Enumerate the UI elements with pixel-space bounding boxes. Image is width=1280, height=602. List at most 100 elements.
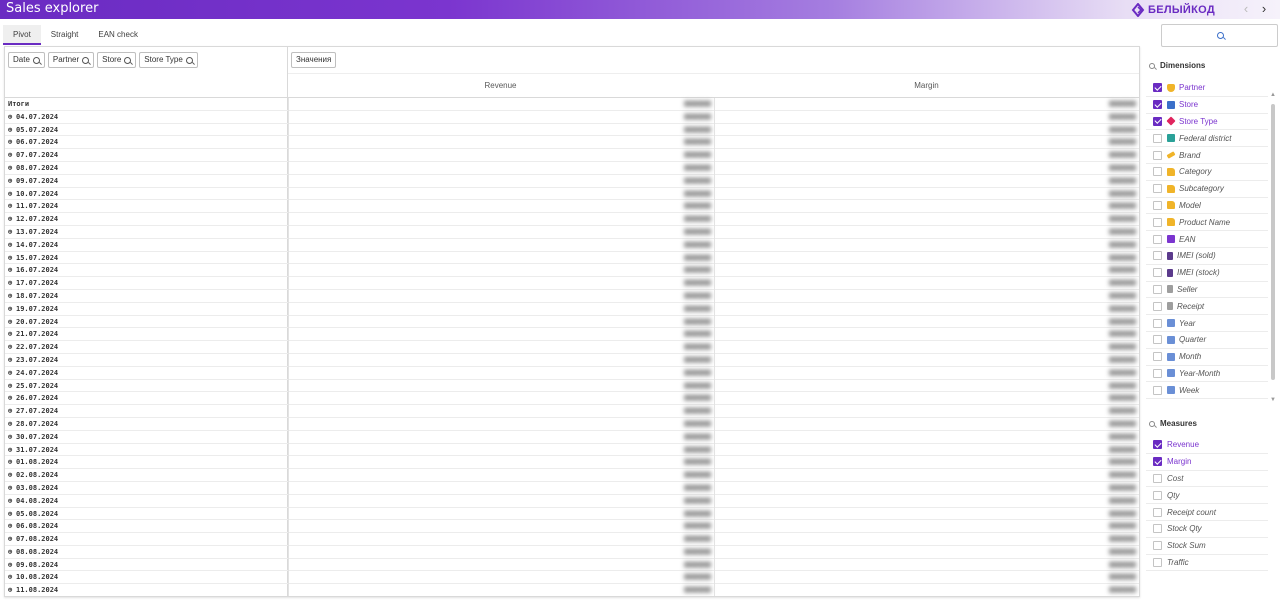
nav-next-button[interactable]: › xyxy=(1258,1,1270,17)
row-label[interactable]: ⊕ 07.07.2024 xyxy=(8,149,58,161)
expand-icon[interactable]: ⊕ xyxy=(8,495,16,507)
expand-icon[interactable]: ⊕ xyxy=(8,303,16,315)
checkbox[interactable] xyxy=(1153,524,1162,534)
tab-ean-check[interactable]: EAN check xyxy=(88,25,148,45)
row-label[interactable]: ⊕ 27.07.2024 xyxy=(8,405,58,417)
row-label[interactable]: ⊕ 28.07.2024 xyxy=(8,418,58,430)
checkbox[interactable] xyxy=(1153,251,1162,261)
field-search-button[interactable] xyxy=(1161,24,1278,47)
expand-icon[interactable]: ⊕ xyxy=(8,431,16,443)
search-icon[interactable] xyxy=(82,56,90,64)
row-label[interactable]: ⊕ 09.07.2024 xyxy=(8,175,58,187)
row-label[interactable]: ⊕ 14.07.2024 xyxy=(8,239,58,251)
expand-icon[interactable]: ⊕ xyxy=(8,405,16,417)
column-header-margin[interactable]: Margin xyxy=(714,74,1139,98)
checked-checkbox[interactable] xyxy=(1153,100,1162,110)
expand-icon[interactable]: ⊕ xyxy=(8,162,16,174)
row-label[interactable]: ⊕ 22.07.2024 xyxy=(8,341,58,353)
checkbox[interactable] xyxy=(1153,352,1162,362)
expand-icon[interactable]: ⊕ xyxy=(8,354,16,366)
checkbox[interactable] xyxy=(1153,133,1162,143)
expand-icon[interactable]: ⊕ xyxy=(8,328,16,340)
row-label[interactable]: ⊕ 08.07.2024 xyxy=(8,162,58,174)
field-item-brand[interactable]: Brand xyxy=(1146,147,1268,164)
field-item-week[interactable]: Week xyxy=(1146,382,1268,400)
row-label[interactable]: ⊕ 18.07.2024 xyxy=(8,290,58,302)
search-icon[interactable] xyxy=(1149,62,1155,69)
field-item-imei-stock-[interactable]: IMEI (stock) xyxy=(1146,265,1268,282)
checkbox[interactable] xyxy=(1153,284,1162,294)
row-label[interactable]: ⊕ 01.08.2024 xyxy=(8,456,58,468)
expand-icon[interactable]: ⊕ xyxy=(8,444,16,456)
expand-icon[interactable]: ⊕ xyxy=(8,290,16,302)
checkbox[interactable] xyxy=(1153,200,1162,210)
expand-icon[interactable]: ⊕ xyxy=(8,341,16,353)
expand-icon[interactable]: ⊕ xyxy=(8,367,16,379)
expand-icon[interactable]: ⊕ xyxy=(8,149,16,161)
field-item-traffic[interactable]: Traffic xyxy=(1146,555,1268,572)
filter-chip-partner[interactable]: Partner xyxy=(47,52,95,68)
row-label[interactable]: ⊕ 31.07.2024 xyxy=(8,444,58,456)
field-item-stock-qty[interactable]: Stock Qty xyxy=(1146,521,1268,538)
row-label[interactable]: ⊕ 30.07.2024 xyxy=(8,431,58,443)
field-item-margin[interactable]: Margin xyxy=(1146,454,1268,471)
field-item-seller[interactable]: Seller xyxy=(1146,282,1268,299)
row-label[interactable]: ⊕ 04.07.2024 xyxy=(8,111,58,123)
checkbox[interactable] xyxy=(1153,541,1162,551)
row-label[interactable]: ⊕ 12.07.2024 xyxy=(8,213,58,225)
expand-icon[interactable]: ⊕ xyxy=(8,584,16,596)
row-label[interactable]: ⊕ 07.08.2024 xyxy=(8,533,58,545)
expand-icon[interactable]: ⊕ xyxy=(8,239,16,251)
checkbox[interactable] xyxy=(1153,368,1162,378)
field-item-receipt[interactable]: Receipt xyxy=(1146,298,1268,316)
column-header-revenue[interactable]: Revenue xyxy=(288,74,713,98)
row-label[interactable]: ⊕ 24.07.2024 xyxy=(8,367,58,379)
nav-prev-button[interactable]: ‹ xyxy=(1240,1,1252,17)
expand-icon[interactable]: ⊕ xyxy=(8,482,16,494)
checked-checkbox[interactable] xyxy=(1153,116,1162,126)
field-item-partner[interactable]: Partner xyxy=(1146,80,1268,97)
field-item-receipt-count[interactable]: Receipt count xyxy=(1146,504,1268,521)
row-label[interactable]: ⊕ 08.08.2024 xyxy=(8,546,58,558)
expand-icon[interactable]: ⊕ xyxy=(8,226,16,238)
row-label[interactable]: ⊕ 02.08.2024 xyxy=(8,469,58,481)
checkbox[interactable] xyxy=(1153,301,1162,311)
scroll-thumb[interactable] xyxy=(1271,104,1275,380)
field-item-revenue[interactable]: Revenue xyxy=(1146,437,1268,454)
expand-icon[interactable]: ⊕ xyxy=(8,559,16,571)
checkbox[interactable] xyxy=(1153,490,1162,500)
expand-icon[interactable]: ⊕ xyxy=(8,571,16,583)
field-item-category[interactable]: Category xyxy=(1146,164,1268,181)
checkbox[interactable] xyxy=(1153,217,1162,227)
expand-icon[interactable]: ⊕ xyxy=(8,264,16,276)
field-item-year[interactable]: Year xyxy=(1146,315,1268,332)
row-label[interactable]: ⊕ 11.08.2024 xyxy=(8,584,58,596)
expand-icon[interactable]: ⊕ xyxy=(8,380,16,392)
field-item-federal-district[interactable]: Federal district xyxy=(1146,130,1268,148)
row-label[interactable]: ⊕ 05.08.2024 xyxy=(8,508,58,520)
scroll-down-icon[interactable]: ▼ xyxy=(1270,397,1276,403)
checkbox[interactable] xyxy=(1153,507,1162,517)
expand-icon[interactable]: ⊕ xyxy=(8,546,16,558)
checkbox[interactable] xyxy=(1153,385,1162,395)
expand-icon[interactable]: ⊕ xyxy=(8,277,16,289)
expand-icon[interactable]: ⊕ xyxy=(8,533,16,545)
search-icon[interactable] xyxy=(1149,420,1155,427)
expand-icon[interactable]: ⊕ xyxy=(8,188,16,200)
filter-chip-store-type[interactable]: Store Type xyxy=(139,52,198,68)
row-label[interactable]: ⊕ 09.08.2024 xyxy=(8,559,58,571)
checkbox[interactable] xyxy=(1153,234,1162,244)
checked-checkbox[interactable] xyxy=(1153,440,1162,450)
expand-icon[interactable]: ⊕ xyxy=(8,469,16,481)
checked-checkbox[interactable] xyxy=(1153,457,1162,467)
filter-chip-store[interactable]: Store xyxy=(97,52,137,68)
row-label[interactable]: ⊕ 13.07.2024 xyxy=(8,226,58,238)
field-item-qty[interactable]: Qty xyxy=(1146,487,1268,505)
row-label[interactable]: ⊕ 17.07.2024 xyxy=(8,277,58,289)
row-label[interactable]: ⊕ 16.07.2024 xyxy=(8,264,58,276)
field-item-subcategory[interactable]: Subcategory xyxy=(1146,181,1268,198)
row-label[interactable]: ⊕ 21.07.2024 xyxy=(8,328,58,340)
field-item-month[interactable]: Month xyxy=(1146,349,1268,366)
row-label[interactable]: ⊕ 04.08.2024 xyxy=(8,495,58,507)
filter-chip-date[interactable]: Date xyxy=(8,52,45,68)
